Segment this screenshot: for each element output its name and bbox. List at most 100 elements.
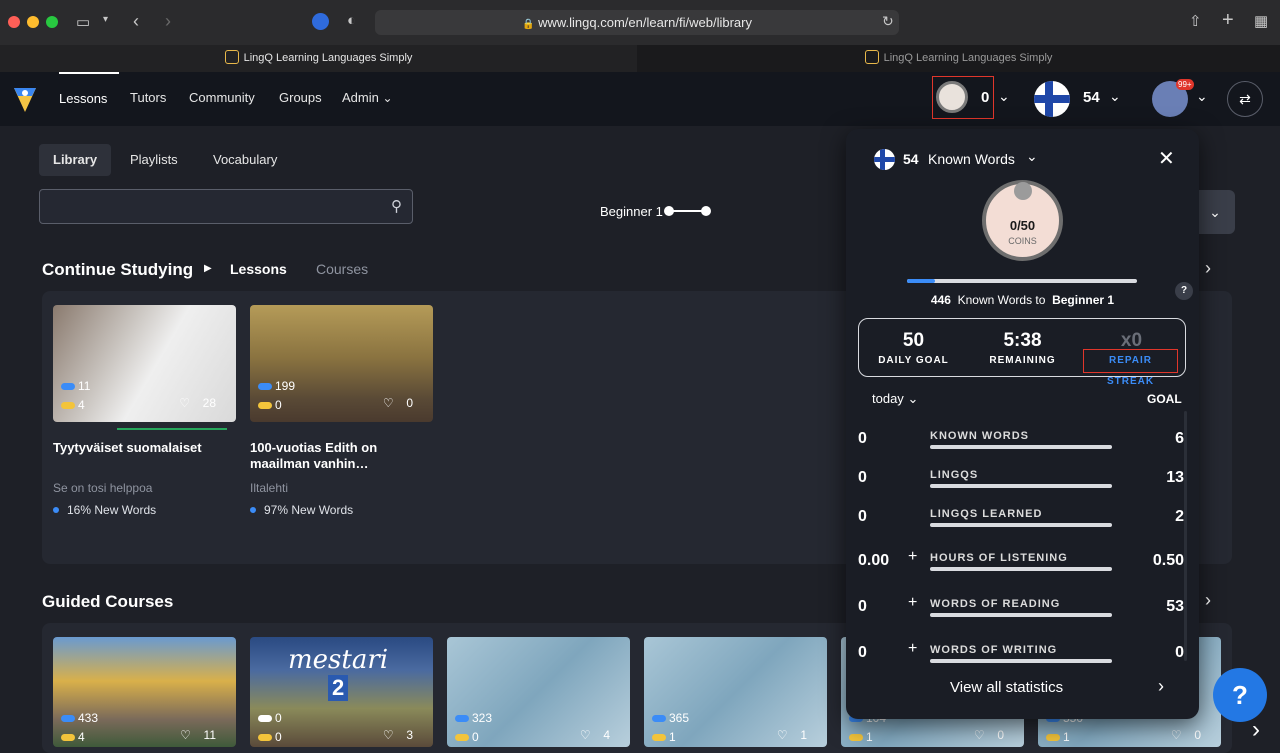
- chevron-down-icon[interactable]: ⌄: [1026, 148, 1038, 165]
- lesson-title[interactable]: 100-vuotias Edith on maailman vanhin…: [250, 440, 433, 472]
- chevron-right-icon[interactable]: ›: [1205, 258, 1211, 279]
- scrollbar[interactable]: [1184, 411, 1187, 661]
- repair-streak-button[interactable]: REPAIR STREAK: [1083, 349, 1178, 387]
- help-chat-button[interactable]: ?: [1213, 668, 1267, 722]
- back-icon[interactable]: ‹: [133, 11, 139, 32]
- known-words-count: 54: [903, 151, 919, 167]
- course-card[interactable]: 365 1 ♡ 1: [644, 637, 827, 747]
- lesson-source[interactable]: Se on tosi helppoa: [53, 481, 236, 495]
- level-slider-handle-max[interactable]: [701, 206, 711, 216]
- period-dropdown[interactable]: today ⌄: [872, 391, 918, 407]
- coins-button[interactable]: 0: [932, 76, 994, 119]
- reload-icon[interactable]: ↻: [882, 13, 894, 30]
- level-progress-fill: [907, 279, 935, 283]
- search-icon[interactable]: ⚲: [391, 197, 402, 215]
- tab-label: LingQ Learning Languages Simply: [243, 52, 413, 64]
- heart-icon[interactable]: ♡: [383, 396, 394, 410]
- unknown-words-icon: [61, 714, 75, 722]
- stat-goal[interactable]: 53: [1166, 598, 1184, 616]
- coin-icon: [1014, 182, 1032, 200]
- plus-icon[interactable]: +: [908, 548, 917, 566]
- zoom-window-button[interactable]: [46, 16, 58, 28]
- stat-row: 0.00 + HOURS OF LISTENING 0.50: [858, 546, 1184, 584]
- stat-progress-bar: [930, 445, 1112, 449]
- sort-dropdown-button[interactable]: ⌄: [1195, 190, 1235, 234]
- course-card[interactable]: 323 0 ♡ 4: [447, 637, 630, 747]
- new-words-text: 16% New Words: [67, 503, 157, 517]
- known-words-count[interactable]: 54: [1083, 89, 1100, 106]
- stat-goal[interactable]: 6: [1175, 430, 1184, 448]
- extension-icon[interactable]: [312, 13, 329, 30]
- lesson-source[interactable]: Iltalehti: [250, 481, 433, 495]
- chevron-down-icon[interactable]: ▾: [103, 14, 108, 25]
- stat-goal[interactable]: 0: [1175, 644, 1184, 662]
- chevron-down-icon[interactable]: ⌄: [1196, 88, 1208, 105]
- chevron-down-icon[interactable]: ⌄: [998, 88, 1010, 105]
- import-icon[interactable]: ⇄: [1227, 81, 1263, 117]
- tab-inactive[interactable]: LingQ Learning Languages Simply: [637, 45, 1280, 72]
- finnish-flag-icon[interactable]: [1034, 81, 1070, 117]
- unknown-words-count: 199: [275, 379, 296, 393]
- known-words-label[interactable]: Known Words: [928, 151, 1015, 167]
- minimize-window-button[interactable]: [27, 16, 39, 28]
- close-icon[interactable]: ✕: [1158, 146, 1175, 171]
- help-icon[interactable]: ?: [1175, 282, 1193, 300]
- course-cover-number: 2: [328, 675, 349, 701]
- tab-vocabulary[interactable]: Vocabulary: [199, 144, 291, 176]
- new-words-dot-icon: [53, 507, 59, 513]
- lingqs-icon: [61, 733, 75, 741]
- continue-tab-courses[interactable]: Courses: [316, 261, 368, 277]
- daily-goal-value[interactable]: 50: [859, 330, 968, 352]
- unknown-words-icon: [652, 714, 666, 722]
- search-input[interactable]: ⚲: [39, 189, 413, 224]
- guided-courses-title: Guided Courses: [42, 592, 174, 611]
- plus-icon[interactable]: +: [908, 594, 917, 612]
- tab-playlists[interactable]: Playlists: [116, 144, 192, 176]
- unknown-words-icon: [61, 382, 75, 390]
- shield-icon[interactable]: ◐: [347, 12, 356, 29]
- close-window-button[interactable]: [8, 16, 20, 28]
- lesson-card[interactable]: 11 4 ♡ 28 Tyytyväiset suomalaiset Se on …: [53, 305, 236, 517]
- stat-progress-bar: [930, 613, 1112, 617]
- lingqs-count: 1: [669, 730, 676, 744]
- nav-community[interactable]: Community: [189, 72, 255, 126]
- lingq-logo-icon[interactable]: [12, 84, 38, 114]
- tab-overview-icon[interactable]: ▦: [1254, 12, 1268, 30]
- lingqs-icon: [258, 401, 272, 409]
- tab-active[interactable]: LingQ Learning Languages Simply: [0, 45, 637, 72]
- tab-library[interactable]: Library: [39, 144, 112, 176]
- new-words-dot-icon: [250, 507, 256, 513]
- heart-icon[interactable]: ♡: [179, 396, 190, 410]
- course-card[interactable]: 433 4 ♡ 11: [53, 637, 236, 747]
- view-all-statistics-link[interactable]: View all statistics: [950, 679, 1063, 696]
- level-slider-handle-min[interactable]: [664, 206, 674, 216]
- nav-admin[interactable]: Admin ⌄: [342, 72, 393, 126]
- continue-tab-lessons[interactable]: Lessons: [230, 261, 287, 277]
- lesson-title[interactable]: Tyytyväiset suomalaiset: [53, 440, 236, 456]
- nav-groups[interactable]: Groups: [279, 72, 322, 126]
- stat-goal[interactable]: 0.50: [1153, 552, 1184, 570]
- chevron-right-icon[interactable]: ›: [1205, 590, 1211, 611]
- address-bar[interactable]: 🔒 www.lingq.com/en/learn/fi/web/library: [375, 10, 899, 35]
- nav-lessons[interactable]: Lessons: [59, 72, 119, 126]
- stat-goal[interactable]: 13: [1166, 469, 1184, 487]
- course-card[interactable]: mestari 2 0 0 ♡ 3: [250, 637, 433, 747]
- share-icon[interactable]: ⇧: [1189, 12, 1202, 30]
- new-tab-icon[interactable]: +: [1222, 9, 1234, 32]
- stat-value: 0: [858, 508, 867, 525]
- sidebar-icon[interactable]: ▭: [76, 13, 90, 31]
- plus-icon[interactable]: +: [908, 640, 917, 658]
- play-icon: ▶: [204, 263, 212, 274]
- lingqs-count: 4: [78, 398, 85, 412]
- likes-count: 28: [202, 396, 216, 410]
- lesson-progress-bar: [117, 428, 227, 430]
- url-text: www.lingq.com/en/learn/fi/web/library: [538, 15, 752, 30]
- unknown-words-count: 11: [78, 379, 91, 393]
- forward-icon[interactable]: ›: [165, 11, 171, 32]
- to-next-text: Known Words to: [957, 293, 1046, 307]
- stat-goal[interactable]: 2: [1175, 508, 1184, 526]
- lesson-card[interactable]: 199 0 ♡ 0 100-vuotias Edith on maailman …: [250, 305, 433, 517]
- chevron-right-icon[interactable]: ›: [1158, 676, 1164, 697]
- chevron-down-icon[interactable]: ⌄: [1109, 88, 1121, 105]
- nav-tutors[interactable]: Tutors: [130, 72, 166, 126]
